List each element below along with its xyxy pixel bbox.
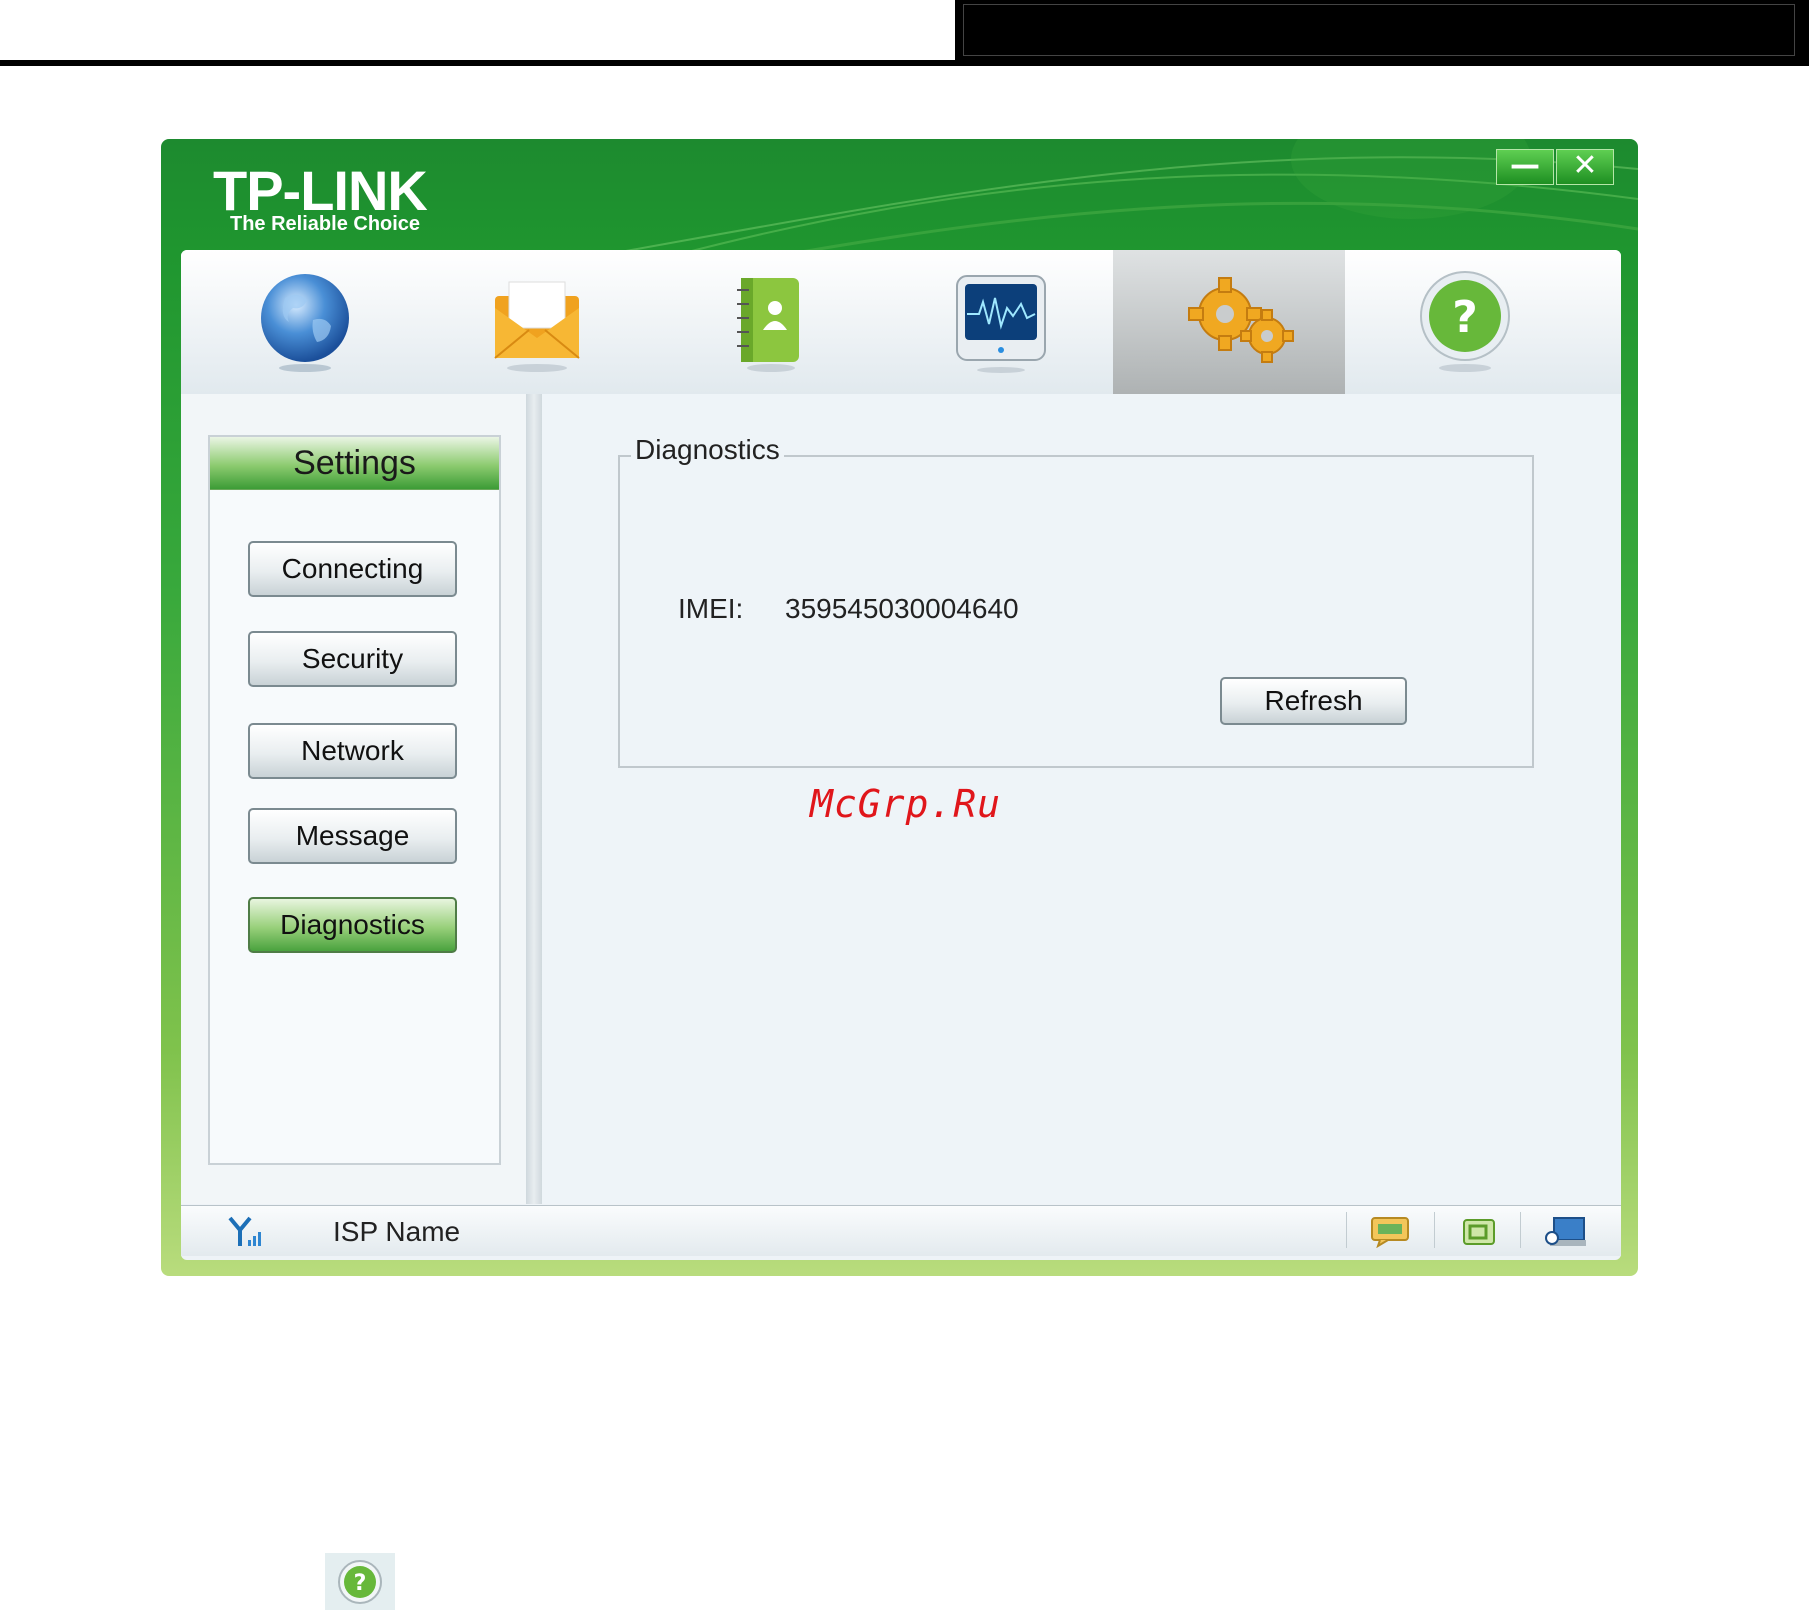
- monitor-pulse-icon: [956, 275, 1046, 373]
- diagnostics-legend: Diagnostics: [631, 434, 784, 466]
- svg-text:?: ?: [1452, 292, 1478, 343]
- computer-icon[interactable]: [1544, 1216, 1586, 1248]
- page-header-bar: [955, 0, 1809, 62]
- close-button[interactable]: ✕: [1556, 149, 1614, 185]
- main-toolbar: ?: [181, 250, 1621, 394]
- envelope-icon: [494, 281, 580, 372]
- imei-value: 359545030004640: [785, 593, 1019, 624]
- watermark-text: McGrp.Ru: [810, 782, 1002, 826]
- refresh-button[interactable]: Refresh: [1220, 677, 1407, 725]
- sidebar-item-message[interactable]: Message: [248, 808, 457, 864]
- settings-sidebar: Settings Connecting Security Network Mes…: [208, 435, 501, 1165]
- globe-icon: [261, 274, 349, 372]
- sidebar-item-diagnostics[interactable]: Diagnostics: [248, 897, 457, 953]
- svg-text:?: ?: [354, 1571, 367, 1596]
- help-circle-icon: ?: [1420, 271, 1510, 372]
- sidebar-item-connecting[interactable]: Connecting: [248, 541, 457, 597]
- help-circle-icon: ?: [338, 1560, 382, 1604]
- toolbar-statistics[interactable]: [881, 250, 1113, 394]
- tp-link-logo: TP-LINK: [213, 159, 428, 222]
- sidebar-item-network[interactable]: Network: [248, 723, 457, 779]
- signal-icon: [228, 1216, 261, 1246]
- toolbar-messages[interactable]: [417, 250, 649, 394]
- contacts-book-icon: [737, 278, 799, 372]
- toolbar-internet[interactable]: [185, 250, 417, 394]
- gears-icon: [1188, 277, 1294, 363]
- isp-name: ISP Name: [333, 1216, 461, 1247]
- minimize-button[interactable]: —: [1496, 149, 1554, 185]
- sidebar-item-security[interactable]: Security: [248, 631, 457, 687]
- chat-icon[interactable]: [1370, 1216, 1410, 1248]
- imei-label: IMEI:: [678, 593, 744, 624]
- sidebar-title: Settings: [210, 437, 499, 490]
- toolbar-contacts[interactable]: [649, 250, 881, 394]
- toolbar-settings[interactable]: [1113, 250, 1345, 394]
- sidebar-splitter[interactable]: [526, 394, 542, 1204]
- toolbar-help[interactable]: ?: [1345, 250, 1577, 394]
- logo-tagline: The Reliable Choice: [230, 213, 421, 235]
- page-header-line: [0, 60, 1809, 66]
- help-icon-small[interactable]: ?: [325, 1553, 395, 1610]
- sim-card-icon[interactable]: [1462, 1218, 1496, 1246]
